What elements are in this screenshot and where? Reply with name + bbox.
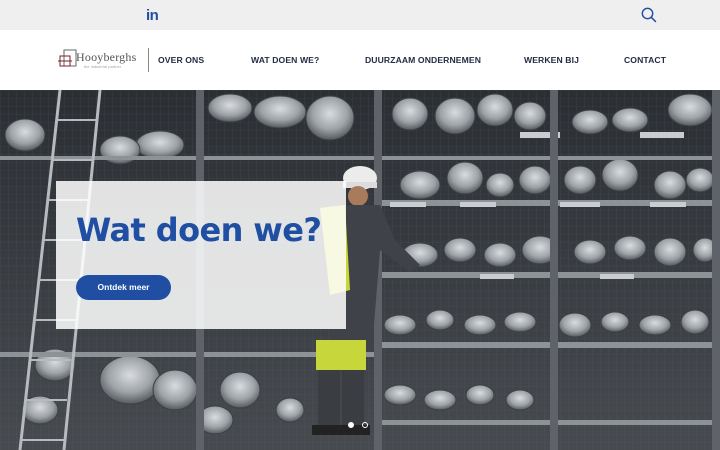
nav-duurzaam-ondernemen[interactable]: DUURZAAM ONDERNEMEN bbox=[365, 55, 481, 65]
linkedin-icon[interactable]: in bbox=[146, 7, 159, 24]
logo-divider bbox=[148, 48, 149, 72]
logo-tagline: the industrial partner bbox=[84, 65, 122, 69]
hero-section: Wat doen we? Ontdek meer bbox=[0, 90, 720, 450]
logo-mark-icon bbox=[58, 49, 77, 67]
logo-wordmark: Hooyberghs bbox=[76, 50, 137, 64]
slider-dot-1[interactable] bbox=[348, 422, 354, 428]
top-utility-bar: in bbox=[0, 0, 720, 30]
search-icon[interactable] bbox=[640, 6, 658, 24]
hooyberghs-logo[interactable]: Hooyberghs the industrial partner bbox=[58, 48, 138, 74]
nav-over-ons[interactable]: OVER ONS bbox=[158, 55, 204, 65]
ontdek-meer-button[interactable]: Ontdek meer bbox=[76, 275, 171, 300]
main-navigation: Hooyberghs the industrial partner OVER O… bbox=[0, 30, 720, 90]
nav-contact[interactable]: CONTACT bbox=[624, 55, 666, 65]
nav-werken-bij[interactable]: WERKEN BIJ bbox=[524, 55, 579, 65]
hero-title: Wat doen we? bbox=[76, 211, 322, 249]
hero-card: Wat doen we? Ontdek meer bbox=[56, 181, 346, 329]
slider-dot-2[interactable] bbox=[362, 422, 368, 428]
nav-wat-doen-we[interactable]: WAT DOEN WE? bbox=[251, 55, 319, 65]
